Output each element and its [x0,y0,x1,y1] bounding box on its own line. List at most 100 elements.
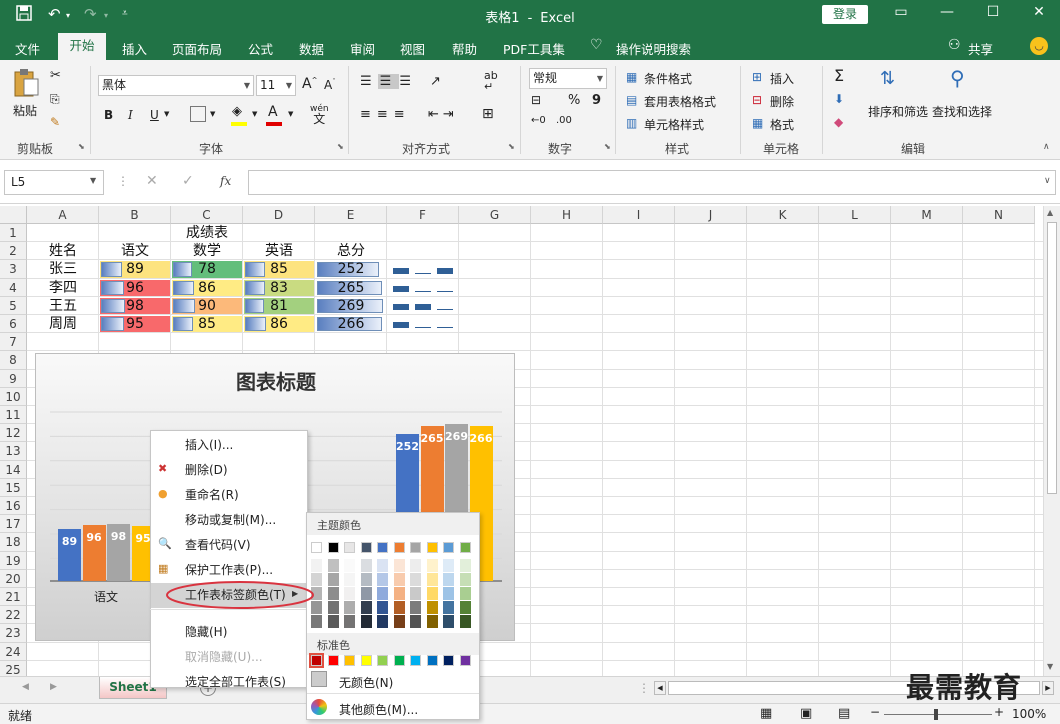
score-cell[interactable]: 86 [243,315,315,333]
score-cell[interactable]: 78 [171,260,243,278]
standard-color-swatch[interactable] [327,655,339,666]
row-header[interactable]: 22 [0,606,27,625]
theme-color-swatch[interactable] [443,542,454,553]
context-menu-item[interactable]: 选定全部工作表(S) [151,670,307,695]
row-header[interactable]: 21 [0,588,27,607]
theme-color-shade[interactable] [459,615,471,628]
more-colors-item[interactable]: 其他颜色(M)... [339,701,418,718]
theme-color-shade[interactable] [459,573,471,586]
name-cell[interactable]: 李四 [27,279,99,297]
theme-color-shade[interactable] [410,559,421,572]
sort-filter-button[interactable]: 排序和筛选 [868,103,928,120]
row-header[interactable]: 5 [0,296,27,315]
fill-icon[interactable]: ⬇ [834,92,844,106]
next-sheet-icon[interactable]: ▶ [50,682,57,692]
column-header[interactable]: B [99,206,171,224]
row-header[interactable]: 13 [0,442,27,461]
fill-color-icon[interactable]: ◈ [232,104,242,119]
theme-color-shade[interactable] [360,587,372,600]
dialog-launcher-icon[interactable]: ⬊ [78,142,85,151]
theme-color-swatch[interactable] [344,542,355,553]
context-menu-item[interactable]: 重命名(R) [151,483,307,508]
column-header[interactable]: F [387,206,459,224]
zoom-out-icon[interactable]: − [870,705,880,719]
ribbon-display-icon[interactable]: ▭ [886,4,916,20]
cancel-icon[interactable]: ✕ [146,173,158,189]
standard-color-swatch[interactable] [410,655,421,666]
tab-data[interactable]: 数据 [299,39,324,58]
format-cells-button[interactable]: 格式 [770,116,794,133]
score-cell[interactable]: 96 [99,279,171,297]
total-cell[interactable]: 265 [315,279,387,297]
no-color-item[interactable]: 无颜色(N) [339,674,393,691]
merge-center-icon[interactable]: ⊞ [482,106,494,122]
theme-color-shade[interactable] [360,615,372,628]
decrease-decimal-icon[interactable]: .00 [556,115,572,126]
italic-button[interactable]: I [128,108,133,122]
row-header[interactable]: 23 [0,624,27,643]
column-header[interactable]: E [315,206,387,224]
font-color-dropdown-icon[interactable]: ▼ [288,110,293,118]
theme-color-shade[interactable] [410,601,421,614]
theme-color-shade[interactable] [327,573,339,586]
dialog-launcher-icon[interactable]: ⬊ [337,142,344,151]
borders-icon[interactable] [190,106,206,122]
tab-pdf-tools[interactable]: PDF工具集 [503,39,565,58]
row-header[interactable]: 15 [0,478,27,497]
cell-styles-button[interactable]: 单元格样式 [644,116,704,133]
theme-color-swatch[interactable] [393,542,405,553]
minimize-icon[interactable]: — [932,4,962,20]
theme-color-shade[interactable] [377,601,388,614]
formula-input[interactable] [248,170,1056,195]
row-header[interactable]: 18 [0,533,27,552]
accounting-icon[interactable]: ⊟ [531,93,541,107]
zoom-thumb[interactable] [934,709,938,720]
close-icon[interactable]: ✕ [1024,4,1054,20]
theme-color-shade[interactable] [459,559,471,572]
theme-color-shade[interactable] [360,559,372,572]
increase-decimal-icon[interactable]: ←0 [531,115,546,126]
name-box[interactable]: L5 [4,170,104,195]
context-menu-item[interactable]: 查看代码(V) [151,533,307,558]
enter-icon[interactable]: ✓ [182,173,194,189]
name-cell[interactable]: 周周 [27,315,99,333]
row-header[interactable]: 19 [0,551,27,570]
shrink-font-icon[interactable]: Aˇ [324,78,336,92]
chart-bar[interactable]: 89 [58,529,81,581]
theme-color-shade[interactable] [360,601,372,614]
theme-color-shade[interactable] [377,559,388,572]
standard-color-swatch[interactable] [344,655,355,666]
theme-color-shade[interactable] [426,615,438,628]
column-header[interactable]: K [747,206,819,224]
row-header[interactable]: 4 [0,278,27,297]
theme-color-swatch[interactable] [426,542,438,553]
theme-color-shade[interactable] [426,559,438,572]
theme-color-shade[interactable] [393,573,405,586]
theme-color-shade[interactable] [344,573,355,586]
total-cell[interactable]: 266 [315,315,387,333]
column-header[interactable]: G [459,206,531,224]
name-cell[interactable]: 张三 [27,260,99,278]
score-cell[interactable]: 95 [99,315,171,333]
row-header[interactable]: 12 [0,424,27,443]
standard-color-swatch[interactable] [377,655,388,666]
row-header[interactable]: 6 [0,315,27,334]
theme-color-shade[interactable] [443,615,454,628]
scroll-up-icon[interactable]: ▲ [1047,208,1053,217]
font-name-combo[interactable]: 黑体 ▼ [98,75,254,96]
underline-button[interactable]: U [150,108,159,122]
column-header[interactable]: I [603,206,675,224]
chart-bar[interactable]: 96 [82,525,106,581]
bold-button[interactable]: B [104,108,113,122]
name-cell[interactable]: 王五 [27,297,99,315]
row-header[interactable]: 14 [0,460,27,479]
zoom-level[interactable]: 100% [1012,707,1046,721]
theme-color-shade[interactable] [410,587,421,600]
paste-icon[interactable] [12,68,40,98]
theme-color-shade[interactable] [377,615,388,628]
phonetic-icon[interactable]: wén 文 [310,104,329,126]
theme-color-shade[interactable] [426,587,438,600]
score-cell[interactable]: 89 [99,260,171,278]
total-cell[interactable]: 269 [315,297,387,315]
tab-insert[interactable]: 插入 [122,39,147,58]
